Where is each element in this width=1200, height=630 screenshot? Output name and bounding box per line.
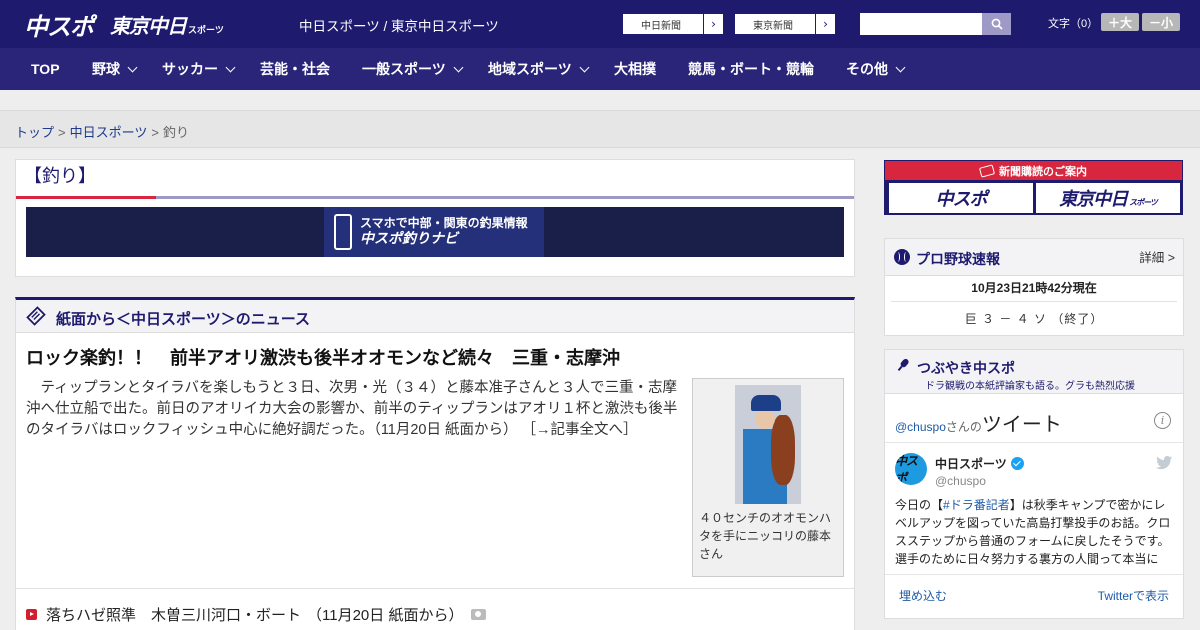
top-header: 中スポ 東京中日 スポーツ 中日スポーツ / 東京中日スポーツ 中日新聞 › 東京…: [0, 0, 1200, 48]
article-lead: ティップランとタイラバを楽しもうと３日、次男・光（３４）と藤本准子さんと３人で三…: [26, 378, 686, 441]
article-headline[interactable]: ロック楽釣！！ 前半アオリ激渋も後半オオモンなど続々 三重・志摩沖: [26, 344, 620, 370]
view-on-twitter-link[interactable]: Twitterで表示: [1098, 587, 1169, 604]
search-input[interactable]: [860, 13, 982, 35]
read-more-link[interactable]: ［→記事全文へ］: [522, 422, 638, 438]
list-item-date: （11月20日 紙面から）: [307, 607, 464, 624]
baseball-scores-box: プロ野球速報 詳細 > 10月23日21時42分現在 巨 ３ － ４ ソ （終了…: [884, 238, 1184, 336]
nav-item-soccer[interactable]: サッカー: [162, 48, 236, 90]
search-icon: [991, 18, 1003, 30]
photo-caption: ４０センチのオオモンハタを手にニッコリの藤本さん: [699, 511, 832, 561]
divider: [885, 442, 1183, 443]
tokyo-shimbun-label: 東京新聞: [753, 20, 793, 32]
nav-item-general-sports[interactable]: 一般スポーツ: [362, 48, 464, 90]
chevron-down-icon: [225, 62, 236, 73]
nav-item-other[interactable]: その他: [846, 48, 906, 90]
site-title: 中日スポーツ / 東京中日スポーツ: [299, 19, 499, 34]
divider: [16, 588, 854, 589]
tweet-author[interactable]: 中日スポーツ: [935, 455, 1024, 472]
avatar[interactable]: 中スポ: [895, 453, 927, 485]
twitter-bird-icon[interactable]: [1156, 456, 1173, 470]
tweet-author-handle[interactable]: @chuspo: [935, 474, 986, 488]
verified-icon: [1010, 457, 1024, 470]
subscribe-tokyo-chunichi-button[interactable]: 東京中日 スポーツ: [1036, 183, 1180, 213]
tokyo-chunichi-logo[interactable]: 東京中日 スポーツ: [110, 8, 224, 40]
news-box: 紙面から＜中日スポーツ＞のニュース ロック楽釣！！ 前半アオリ激渋も後半オオモン…: [15, 297, 855, 630]
search-button[interactable]: [982, 13, 1011, 35]
article-photo-box: ４０センチのオオモンハタを手にニッコリの藤本さん: [692, 378, 844, 577]
list-item-title: 落ちハゼ照準 木曽三川河口・ボート: [46, 607, 302, 624]
chevron-down-icon: [127, 62, 138, 73]
breadcrumb-top[interactable]: トップ: [15, 125, 54, 140]
breadcrumb-current: 釣り: [162, 125, 189, 140]
nav-item-racing[interactable]: 競馬・ボート・競輪: [688, 48, 814, 90]
hashtag-link[interactable]: #ドラ番記者: [943, 498, 1010, 512]
section-header-box: 【釣り】 スマホで中部・関東の釣果情報 中スポ釣りナビ: [15, 159, 855, 277]
breadcrumb: トップ > 中日スポーツ > 釣り: [15, 122, 189, 141]
tweet-text: 今日の【#ドラ番記者】は秋季キャンプで密かにレベルアップを図っていた高島打撃投手…: [895, 498, 1171, 566]
nav-item-baseball[interactable]: 野球: [92, 48, 138, 90]
title-rule-accent: [16, 196, 156, 199]
breadcrumb-bar: トップ > 中日スポーツ > 釣り: [0, 110, 1200, 148]
divider: [891, 301, 1177, 302]
tweet-widget-title: @chuspo さんの ツイート: [895, 408, 1062, 437]
info-icon[interactable]: i: [1154, 412, 1171, 429]
breadcrumb-separator: >: [151, 125, 159, 140]
newspaper-icon: [26, 306, 46, 326]
camera-icon: [471, 609, 487, 620]
microphone-icon: [897, 358, 909, 372]
nav-item-regional-sports[interactable]: 地域スポーツ: [488, 48, 590, 90]
page-title: 【釣り】: [24, 166, 96, 186]
game-score[interactable]: 巨 ３ － ４ ソ （終了）: [885, 310, 1183, 327]
twitter-box-header: つぶやき中スポ ドラ観戦の本紙評論家も語る。グラも熱烈応援: [885, 350, 1183, 394]
nav-item-top[interactable]: TOP: [31, 48, 60, 90]
main-nav: TOP 野球 サッカー 芸能・社会 一般スポーツ 地域スポーツ 大相撲 競馬・ボ…: [0, 48, 1200, 90]
baseball-title: プロ野球速報: [916, 251, 1000, 267]
embed-link[interactable]: 埋め込む: [899, 587, 947, 604]
news-box-header: 紙面から＜中日スポーツ＞のニュース: [16, 300, 854, 333]
fishing-navi-banner[interactable]: スマホで中部・関東の釣果情報 中スポ釣りナビ: [26, 207, 844, 257]
subscription-banner[interactable]: 新聞購読のご案内 中スポ 東京中日 スポーツ: [884, 160, 1183, 215]
tweet-widget-san: さんの: [945, 420, 982, 434]
subscription-label-bar: 新聞購読のご案内: [885, 161, 1182, 180]
font-bigger-button[interactable]: ＋大: [1101, 13, 1139, 31]
news-box-title: 紙面から＜中日スポーツ＞のニュース: [56, 311, 310, 328]
baseball-detail-link[interactable]: 詳細 >: [1139, 247, 1175, 266]
tokyo-shimbun-link[interactable]: 東京新聞 ›: [734, 13, 836, 35]
baseball-icon: [894, 249, 910, 265]
banner-line2: 中スポ釣りナビ: [360, 230, 458, 247]
chevron-down-icon: [453, 62, 464, 73]
bullet-icon: [26, 609, 37, 620]
chevron-right-icon: ›: [703, 14, 723, 34]
subscription-label: 新聞購読のご案内: [999, 165, 1087, 178]
chunichi-shimbun-link[interactable]: 中日新聞 ›: [622, 13, 724, 35]
twitter-box: つぶやき中スポ ドラ観戦の本紙評論家も語る。グラも熱烈応援 @chuspo さん…: [884, 349, 1184, 619]
baseball-header: プロ野球速報 詳細 >: [885, 239, 1183, 276]
breadcrumb-separator: >: [58, 125, 66, 140]
font-smaller-button[interactable]: －小: [1142, 13, 1180, 31]
smartphone-icon: [334, 214, 352, 250]
article-photo[interactable]: [735, 385, 801, 504]
list-item[interactable]: 落ちハゼ照準 木曽三川河口・ボート （11月20日 紙面から）: [26, 604, 487, 625]
nav-item-sumo[interactable]: 大相撲: [614, 48, 656, 90]
twitter-box-title: つぶやき中スポ: [917, 360, 1015, 376]
breadcrumb-chunichi-sports[interactable]: 中日スポーツ: [70, 125, 148, 140]
tweet-widget-label: ツイート: [981, 414, 1062, 436]
fishing-navi-banner-content: スマホで中部・関東の釣果情報 中スポ釣りナビ: [324, 207, 544, 257]
subscribe-chuspo-button[interactable]: 中スポ: [889, 183, 1033, 213]
chevron-down-icon: [895, 62, 906, 73]
font-size-label: 文字（0）: [1048, 18, 1099, 30]
tweet-widget-handle[interactable]: @chuspo: [895, 420, 946, 434]
twitter-box-subtitle: ドラ観戦の本紙評論家も語る。グラも熱烈応援: [925, 381, 1135, 392]
ticket-icon: [978, 163, 996, 178]
chevron-right-icon: ›: [815, 14, 835, 34]
chunichi-shimbun-label: 中日新聞: [641, 20, 681, 32]
divider: [885, 574, 1183, 575]
banner-line1: スマホで中部・関東の釣果情報: [360, 216, 528, 231]
baseball-timestamp: 10月23日21時42分現在: [971, 281, 1097, 295]
tweet-author-name: 中日スポーツ: [935, 457, 1007, 471]
nav-item-entertainment[interactable]: 芸能・社会: [260, 48, 330, 90]
chevron-down-icon: [579, 62, 590, 73]
chuspo-logo[interactable]: 中スポ: [24, 8, 94, 41]
